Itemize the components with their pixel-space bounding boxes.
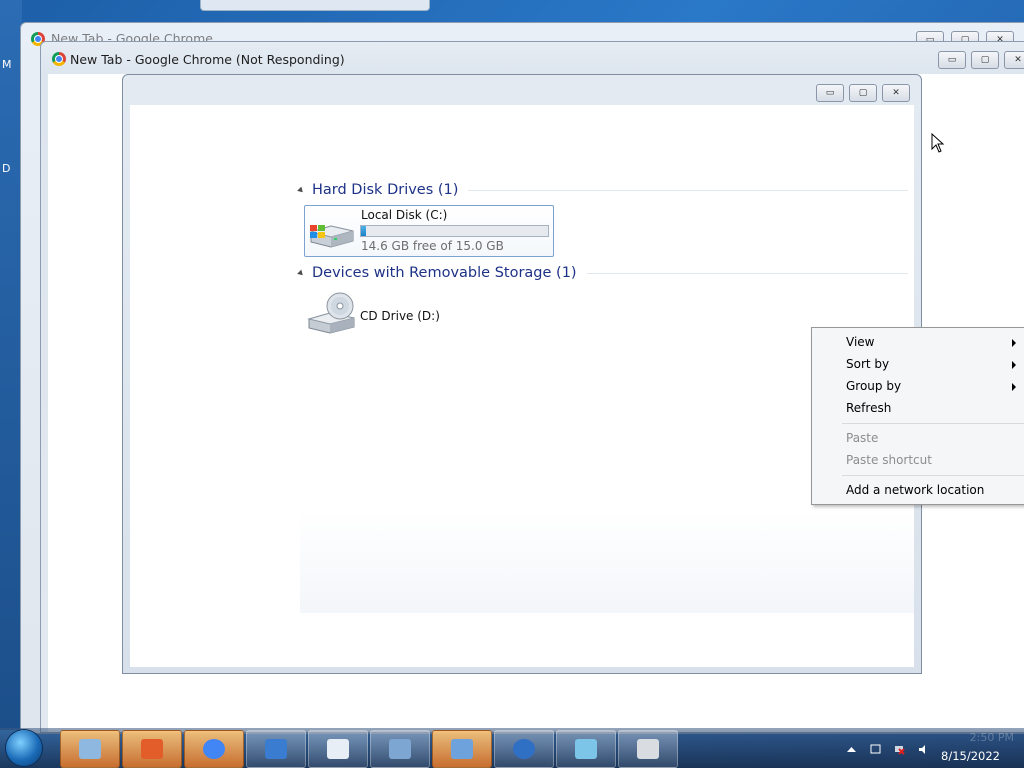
hard-drive-icon xyxy=(309,225,354,248)
group-divider xyxy=(586,272,908,274)
desktop-icon-label: M xyxy=(2,58,12,71)
submenu-arrow-icon xyxy=(1012,383,1016,391)
capacity-bar-fill xyxy=(361,226,367,236)
taskbar-button-printer[interactable] xyxy=(618,730,678,768)
taskbar-button-chrome[interactable] xyxy=(184,730,244,768)
menu-item-label: Paste xyxy=(846,431,879,445)
menu-item-refresh[interactable]: Refresh xyxy=(812,397,1024,419)
collapse-triangle-icon[interactable] xyxy=(297,269,305,277)
taskbar-button-document[interactable] xyxy=(308,730,368,768)
chrome-icon xyxy=(203,739,225,759)
menu-separator xyxy=(842,423,1024,424)
window-titlebar[interactable]: New Tab - Google Chrome (Not Responding)… xyxy=(41,42,1024,74)
system-tray: 2:50 PM 8/15/2022 xyxy=(840,728,1024,768)
taskbar-button-help[interactable] xyxy=(494,730,554,768)
taskbar-button-windows-logo[interactable] xyxy=(246,730,306,768)
paint-icon xyxy=(575,739,597,759)
windows-logo-icon xyxy=(265,739,287,759)
taskbar-button-paint[interactable] xyxy=(556,730,616,768)
document-icon xyxy=(327,739,349,759)
cd-drive-icon xyxy=(307,292,355,334)
volume-icon[interactable] xyxy=(918,744,929,755)
file-explorer-icon xyxy=(79,739,101,759)
group-header-removable-storage[interactable]: Devices with Removable Storage (1) xyxy=(297,263,908,283)
close-button[interactable]: ✕ xyxy=(1004,51,1024,69)
network-icon xyxy=(451,739,473,759)
submenu-arrow-icon xyxy=(1012,361,1016,369)
action-center-icon[interactable] xyxy=(870,744,881,755)
menu-item-paste[interactable]: Paste xyxy=(812,427,1024,449)
minimize-button[interactable]: ▭ xyxy=(938,51,966,69)
minimize-button[interactable]: ▭ xyxy=(816,84,844,102)
drive-name: CD Drive (D:) xyxy=(360,309,440,323)
network-error-icon[interactable] xyxy=(894,744,905,755)
drive-cd-d[interactable]: CD Drive (D:) xyxy=(304,289,552,341)
menu-item-paste-shortcut[interactable]: Paste shortcut xyxy=(812,449,1024,471)
media-player-icon xyxy=(141,739,163,759)
menu-item-label: Paste shortcut xyxy=(846,453,932,467)
menu-item-label: Refresh xyxy=(846,401,892,415)
group-label: Hard Disk Drives (1) xyxy=(312,182,459,198)
show-hidden-icons-arrow[interactable] xyxy=(846,744,857,755)
clock-time[interactable]: 2:50 PM xyxy=(970,731,1014,744)
start-orb-icon[interactable] xyxy=(6,730,42,766)
menu-separator xyxy=(842,475,1024,476)
help-icon xyxy=(513,739,535,759)
desktop-edge: M D xyxy=(0,0,22,730)
desktop-icon-label: D xyxy=(2,162,11,175)
taskbar-button-file-explorer[interactable] xyxy=(60,730,120,768)
menu-item-view[interactable]: View xyxy=(812,331,1024,353)
calculator-icon xyxy=(389,739,411,759)
drive-local-disk-c[interactable]: Local Disk (C:) 14.6 GB free of 15.0 GB xyxy=(304,205,554,257)
group-label: Devices with Removable Storage (1) xyxy=(312,265,577,281)
taskbar-button-network[interactable] xyxy=(432,730,492,768)
menu-item-sort-by[interactable]: Sort by xyxy=(812,353,1024,375)
menu-item-label: Group by xyxy=(846,379,902,393)
capacity-bar xyxy=(360,225,549,237)
maximize-button[interactable]: ▢ xyxy=(849,84,877,102)
group-divider xyxy=(468,189,908,191)
explorer-client-area: Hard Disk Drives (1) Local Disk (C:) 14.… xyxy=(130,105,914,667)
collapse-triangle-icon[interactable] xyxy=(297,186,305,194)
submenu-arrow-icon xyxy=(1012,339,1016,347)
drive-name: Local Disk (C:) xyxy=(361,208,448,222)
menu-item-label: Add a network location xyxy=(846,483,985,497)
taskbar-button-calculator[interactable] xyxy=(370,730,430,768)
menu-item-label: Sort by xyxy=(846,357,890,371)
explorer-window[interactable]: ▭ ▢ ✕ Hard Disk Drives (1) Local Disk (C… xyxy=(122,74,922,674)
taskbar-button-media-player[interactable] xyxy=(122,730,182,768)
background-window-edge xyxy=(200,0,430,11)
window-title: New Tab - Google Chrome (Not Responding) xyxy=(70,52,345,67)
menu-item-label: View xyxy=(846,335,875,349)
drive-free-space: 14.6 GB free of 15.0 GB xyxy=(361,239,504,253)
clock-date[interactable]: 8/15/2022 xyxy=(941,749,1000,763)
close-button[interactable]: ✕ xyxy=(882,84,910,102)
mouse-pointer-icon xyxy=(931,133,945,153)
printer-icon xyxy=(637,739,659,759)
menu-item-group-by[interactable]: Group by xyxy=(812,375,1024,397)
chrome-icon xyxy=(52,52,66,66)
maximize-button[interactable]: ▢ xyxy=(971,51,999,69)
taskbar: 2:50 PM 8/15/2022 xyxy=(0,728,1024,768)
menu-item-add-network-location[interactable]: Add a network location xyxy=(812,479,1024,501)
context-menu: View Sort by Group by Refresh Paste Past… xyxy=(811,327,1024,505)
group-header-hard-disk-drives[interactable]: Hard Disk Drives (1) xyxy=(297,180,908,200)
